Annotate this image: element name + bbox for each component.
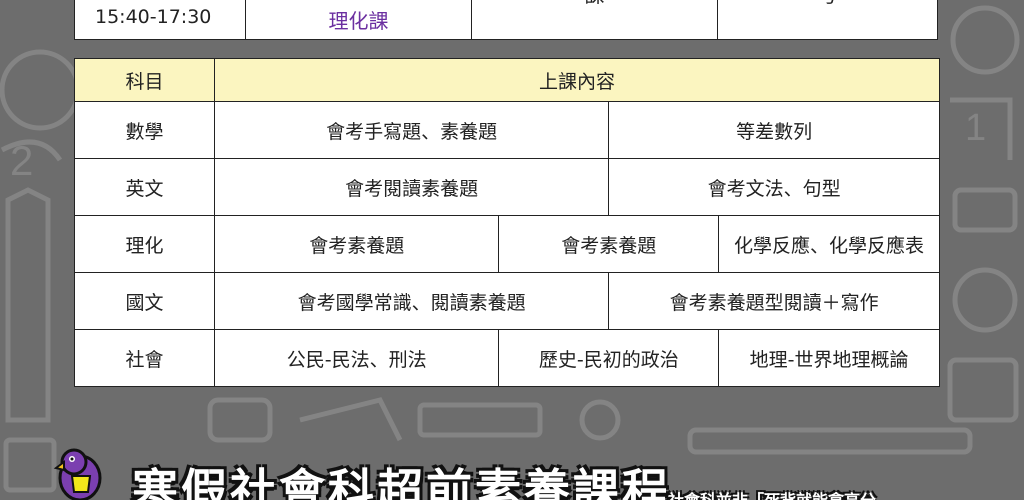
svg-text:1: 1 [965, 107, 986, 149]
table-cell: 會考國學常識、閱讀素養題 [213, 272, 610, 330]
table-row: 理化 會考素養題 會考素養題 化學反應、化學反應表 [74, 215, 940, 273]
table-row: 英文 會考閱讀素養題 會考文法、句型 [74, 158, 940, 216]
table-row: 國文 會考國學常識、閱讀素養題 會考素養題型閱讀＋寫作 [74, 272, 940, 330]
table-cell: 會考素養題型閱讀＋寫作 [608, 272, 940, 330]
table-cell: 會考文法、句型 [608, 158, 940, 216]
subject-social: 社會 [74, 329, 215, 387]
time-slot: 15:40-17:30 [75, 0, 246, 39]
table-cell: 歷史-民初的政治 [498, 329, 720, 387]
parrot-mascot-icon [53, 448, 102, 500]
table-cell: 會考閱讀素養題 [213, 158, 610, 216]
top-cell-3: 課 [472, 0, 718, 39]
subject-science: 理化 [74, 215, 215, 273]
subject-math: 數學 [74, 101, 215, 159]
svg-text:2: 2 [10, 137, 33, 184]
table-row: 社會 公民-民法、刑法 歷史-民初的政治 地理-世界地理概論 [74, 329, 940, 387]
header-subject: 科目 [74, 58, 215, 102]
table-row: 數學 會考手寫題、素養題 等差數列 [74, 101, 940, 159]
subject-english: 英文 [74, 158, 215, 216]
header-content: 上課內容 [214, 58, 940, 102]
table-cell: 公民-民法、刑法 [213, 329, 500, 387]
subject-chinese: 國文 [74, 272, 215, 330]
top-schedule-row: 15:40-17:30 理化課 課 号 [74, 0, 938, 40]
course-content-table: 科目 上課內容 數學 會考手寫題、素養題 等差數列 英文 會考閱讀素養題 會考文… [74, 58, 940, 387]
table-cell: 會考手寫題、素養題 [213, 101, 610, 159]
top-cell-4: 号 [718, 0, 937, 39]
banner-title: 寒假社會科超前素養課程 [132, 464, 671, 500]
table-cell: 化學反應、化學反應表 [718, 215, 940, 273]
table-cell: 等差數列 [608, 101, 940, 159]
banner-note: 社會科並非「死背就能拿高分 [668, 487, 876, 500]
table-header-row: 科目 上課內容 [74, 58, 940, 102]
table-cell: 會考素養題 [498, 215, 720, 273]
table-cell: 地理-世界地理概論 [718, 329, 940, 387]
table-cell: 會考素養題 [213, 215, 500, 273]
subject-name: 理化課 [246, 0, 472, 39]
